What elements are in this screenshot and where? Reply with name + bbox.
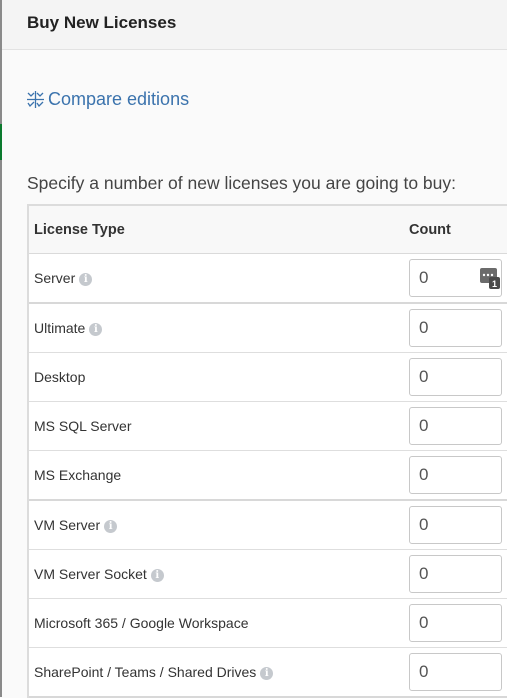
instructions-text: Specify a number of new licenses you are… xyxy=(27,173,456,193)
table-row: SharePoint / Teams / Shared Drives i xyxy=(29,647,507,698)
window-edge xyxy=(0,0,2,697)
license-type-cell: Ultimate i xyxy=(29,303,409,353)
license-type-label: Microsoft 365 / Google Workspace xyxy=(34,615,249,631)
count-cell xyxy=(409,450,507,501)
license-type-cell: Server i xyxy=(29,253,409,304)
compare-editions-link[interactable]: Compare editions xyxy=(26,89,189,110)
count-input[interactable] xyxy=(409,653,502,691)
license-type-cell: VM Server i xyxy=(29,500,409,550)
compare-icon xyxy=(27,91,44,108)
svg-text:1: 1 xyxy=(492,279,497,289)
count-input[interactable] xyxy=(409,358,502,396)
column-header-count: Count xyxy=(409,206,507,254)
count-cell: 1 xyxy=(409,253,507,304)
licenses-table: License Type Count Serveri 1 Ultimatei D… xyxy=(27,204,507,698)
license-type-label: MS SQL Server xyxy=(34,418,132,434)
info-icon[interactable]: i xyxy=(150,568,164,582)
table-header-row: License Type Count xyxy=(29,206,507,254)
count-input[interactable] xyxy=(409,555,502,593)
license-type-cell: Desktop xyxy=(29,352,409,402)
autofill-counter-icon[interactable]: 1 xyxy=(480,268,500,289)
table-row: MS SQL Server xyxy=(29,401,507,451)
table-row: Desktop xyxy=(29,352,507,402)
count-cell xyxy=(409,598,507,648)
active-indicator xyxy=(0,124,2,160)
table-row: MS Exchange xyxy=(29,450,507,501)
license-type-label: Server xyxy=(34,270,76,286)
count-cell xyxy=(409,303,507,353)
license-type-label: VM Server Socket xyxy=(34,566,147,582)
table-row: VM Server Socket i xyxy=(29,549,507,599)
license-type-label: Ultimate xyxy=(34,320,86,336)
license-type-cell: Microsoft 365 / Google Workspace xyxy=(29,598,409,648)
license-type-label: SharePoint / Teams / Shared Drives xyxy=(34,664,257,680)
table-row: Ultimate i xyxy=(29,303,507,353)
count-input[interactable] xyxy=(409,604,502,642)
license-type-cell: MS SQL Server xyxy=(29,401,409,451)
count-cell xyxy=(409,401,507,451)
count-input[interactable] xyxy=(409,309,502,347)
license-type-cell: VM Server Socket i xyxy=(29,549,409,599)
count-input[interactable] xyxy=(409,456,502,494)
info-icon[interactable]: i xyxy=(89,322,103,336)
compare-editions-label: Compare editions xyxy=(48,89,190,109)
count-cell xyxy=(409,500,507,550)
license-type-label: Desktop xyxy=(34,369,86,385)
table-row: Microsoft 365 / Google Workspace xyxy=(29,598,507,648)
count-cell xyxy=(409,647,507,698)
table-row: VM Server i xyxy=(29,500,507,550)
license-type-cell: SharePoint / Teams / Shared Drives i xyxy=(29,647,409,698)
info-icon[interactable]: i xyxy=(79,272,93,286)
count-input[interactable] xyxy=(409,407,502,445)
column-header-license-type: License Type xyxy=(29,206,409,254)
table-row: Serveri 1 xyxy=(29,253,507,304)
license-type-label: MS Exchange xyxy=(34,467,122,483)
info-icon[interactable]: i xyxy=(260,666,274,680)
count-input[interactable] xyxy=(409,506,502,544)
license-type-label: VM Server xyxy=(34,517,101,533)
count-cell xyxy=(409,352,507,402)
dialog-header: Buy New Licenses xyxy=(2,0,507,50)
license-type-cell: MS Exchange xyxy=(29,450,409,501)
info-icon[interactable]: i xyxy=(104,519,118,533)
count-cell xyxy=(409,549,507,599)
page-title: Buy New Licenses xyxy=(27,13,177,32)
